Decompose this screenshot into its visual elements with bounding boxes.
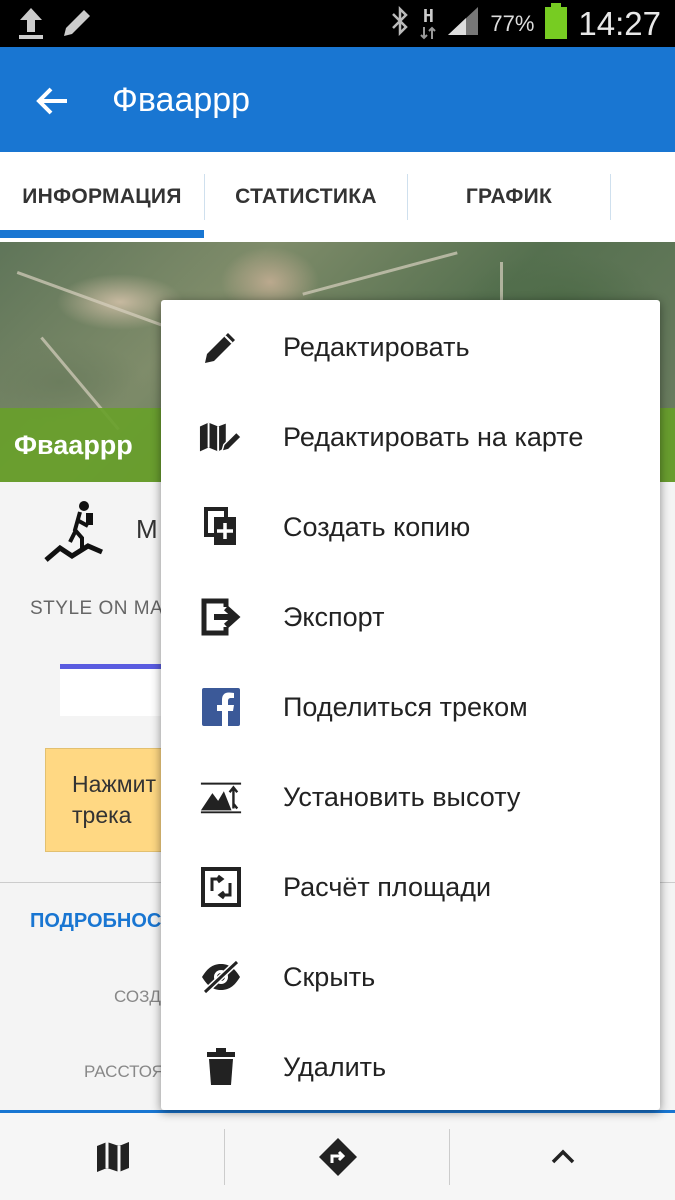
menu-item-label: Создать копию [283,511,471,542]
menu-item-duplicate[interactable]: Создать копию [161,482,660,572]
menu-item-label: Удалить [283,1051,387,1082]
menu-item-label: Расчёт площади [283,871,492,902]
export-icon [199,595,243,639]
hiking-icon [44,501,103,562]
app-bar: Фваарpp [0,47,675,152]
menu-item-label: Редактировать [283,331,470,362]
map-edit-icon [199,415,243,459]
bottom-action-bar [0,1110,675,1200]
tab-information[interactable]: ИНФОРМАЦИЯ [0,152,204,242]
menu-item-hide[interactable]: Скрыть [161,932,660,1022]
menu-item-edit[interactable]: Редактировать [161,302,660,392]
menu-item-export[interactable]: Экспорт [161,572,660,662]
battery-percent: 77% [490,10,535,36]
battery-icon [544,3,568,44]
menu-item-label: Скрыть [283,961,376,992]
style-on-map-label: STYLE ON MA [30,598,164,619]
copy-add-icon [199,505,243,549]
pencil-icon [60,6,94,45]
map-road [302,251,458,296]
menu-item-area-calculation[interactable]: Расчёт площади [161,842,660,932]
network-h-icon: H [420,7,437,40]
clock: 14:27 [578,4,661,42]
area-icon [199,865,243,909]
tab-divider [610,174,611,220]
detail-distance-label: РАССТОЯ [84,1062,164,1081]
detail-created-label: СОЗД [114,987,161,1006]
bluetooth-icon [390,5,410,41]
elevation-icon [199,775,243,819]
tab-chart[interactable]: ГРАФИК [408,152,610,242]
menu-item-label: Поделиться треком [283,691,528,722]
details-section-title: ПОДРОБНОС [30,910,162,932]
eye-off-icon [199,955,243,999]
menu-item-delete[interactable]: Удалить [161,1022,660,1112]
menu-item-label: Установить высоту [283,781,521,812]
back-button[interactable] [26,75,78,127]
menu-item-label: Экспорт [283,601,385,632]
track-actions-menu: Редактировать Редактировать на карте Соз… [161,300,660,1110]
pencil-icon [199,325,243,369]
navigate-button[interactable] [225,1113,450,1200]
status-bar: H 77% 14:27 [0,0,675,47]
navigation-icon [318,1137,357,1176]
trash-icon [199,1045,243,1089]
expand-button[interactable] [450,1113,675,1200]
track-name-label: Фваарpp [14,430,133,460]
tab-statistics[interactable]: СТАТИСТИКА [205,152,407,242]
menu-item-edit-on-map[interactable]: Редактировать на карте [161,392,660,482]
arrow-back-icon [36,87,67,115]
menu-item-label: Редактировать на карте [283,421,584,452]
chevron-up-icon [551,1149,574,1163]
activity-type-label: М [136,514,158,544]
menu-item-share-track[interactable]: Поделиться треком [161,662,660,752]
menu-item-set-elevation[interactable]: Установить высоту [161,752,660,842]
facebook-icon [199,685,243,729]
tab-bar: ИНФОРМАЦИЯ СТАТИСТИКА ГРАФИК [0,152,675,242]
map-icon [96,1141,129,1172]
signal-icon [446,5,480,42]
tab-selected-indicator [0,230,204,238]
upload-icon [16,6,46,45]
page-title: Фваарpp [112,81,251,119]
show-on-map-button[interactable] [0,1113,225,1200]
